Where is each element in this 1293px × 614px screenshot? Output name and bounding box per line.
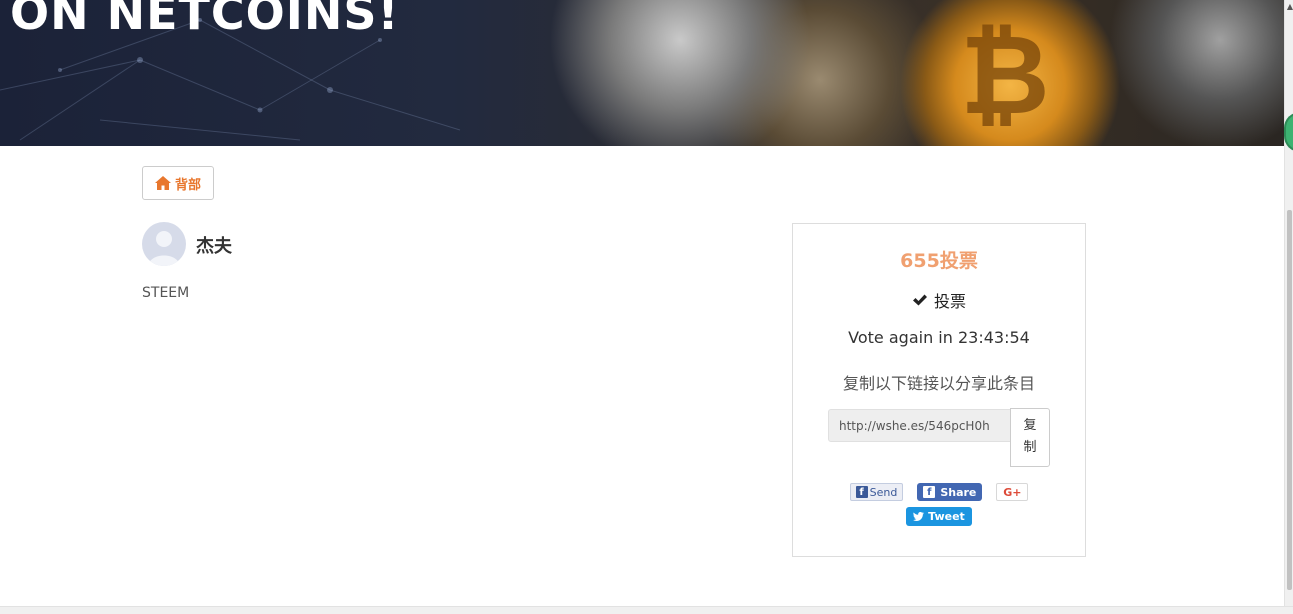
vote-button-label: 投票 <box>933 292 966 311</box>
twitter-bird-icon <box>913 512 925 521</box>
avatar[interactable] <box>142 222 186 266</box>
vote-card: 655投票 投票 Vote again in 23:43:54 复制以下链接以分… <box>792 223 1086 557</box>
item-text: STEEM <box>142 285 190 301</box>
banner-title: ON NETCOINS! <box>10 0 400 40</box>
copy-button[interactable]: 复制 <box>1010 408 1050 467</box>
author-name[interactable]: 杰夫 <box>196 232 232 258</box>
back-button[interactable]: 背部 <box>142 166 214 200</box>
facebook-send-label: Send <box>869 485 898 499</box>
share-link-input[interactable] <box>828 409 1011 442</box>
default-avatar-icon <box>148 231 180 266</box>
facebook-icon: f <box>923 486 936 498</box>
facebook-share-button[interactable]: f Share <box>917 483 983 501</box>
tweet-button[interactable]: Tweet <box>906 507 972 526</box>
vote-again-countdown: Vote again in 23:43:54 <box>848 328 1030 347</box>
vote-count: 655投票 <box>900 250 978 272</box>
social-share-row-2: Tweet <box>793 507 1085 526</box>
facebook-icon: f <box>855 486 868 498</box>
header-banner: ₿ ON NETCOINS! <box>0 0 1285 146</box>
social-share-row: f Send f Share G+ <box>793 483 1085 501</box>
google-plus-button[interactable]: G+ <box>996 483 1029 501</box>
back-button-label: 背部 <box>174 177 201 193</box>
check-icon <box>912 294 927 306</box>
scrollbar-thumb[interactable] <box>1287 210 1292 590</box>
home-icon <box>154 176 171 190</box>
scroll-up-arrow-icon[interactable]: ▲ <box>1287 2 1293 11</box>
facebook-send-button[interactable]: f Send <box>849 483 904 501</box>
vote-button[interactable]: 投票 <box>793 288 1085 312</box>
facebook-share-label: Share <box>940 485 977 499</box>
tweet-label: Tweet <box>928 510 965 523</box>
share-hint: 复制以下链接以分享此条目 <box>842 374 1035 393</box>
bitcoin-coin-icon: ₿ <box>960 11 1050 139</box>
vertical-scrollbar[interactable]: ▲ <box>1284 0 1293 613</box>
